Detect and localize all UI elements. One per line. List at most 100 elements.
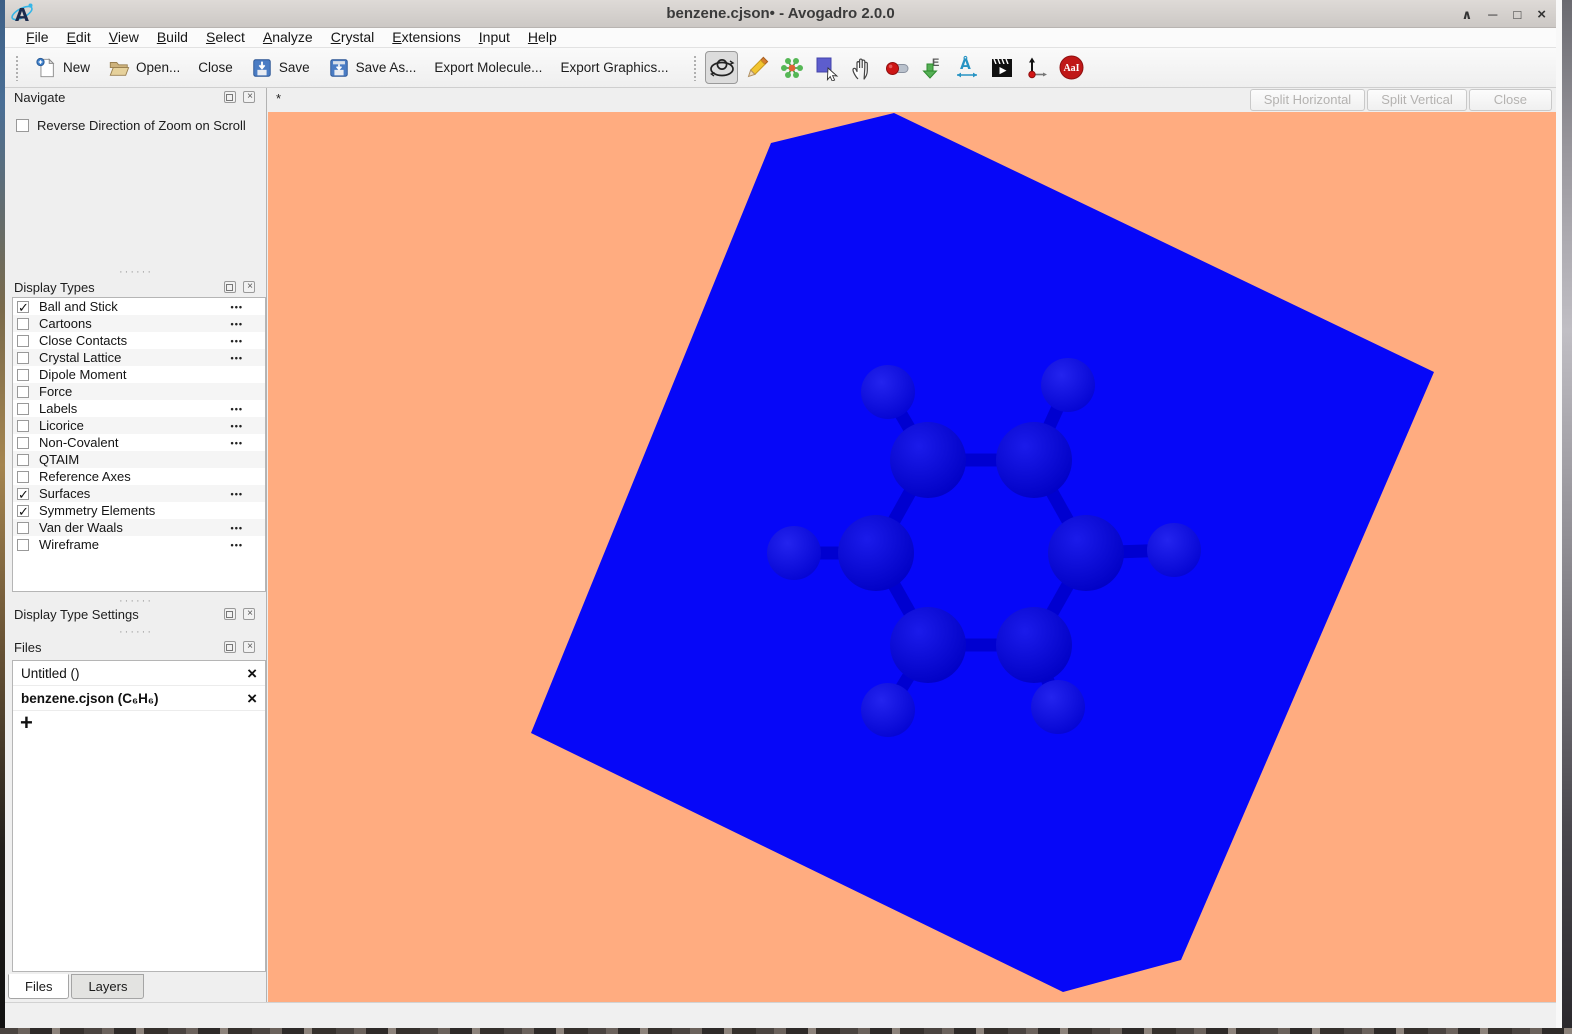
display-type-row[interactable]: ✓ Surfaces •••	[13, 485, 265, 502]
options-dots-button[interactable]: •••	[231, 438, 243, 448]
display-type-checkbox[interactable]	[17, 420, 29, 432]
new-button[interactable]: New	[26, 52, 99, 84]
close-panel-icon[interactable]	[243, 608, 255, 620]
align-tool-button[interactable]	[1020, 51, 1053, 84]
display-type-row[interactable]: Reference Axes	[13, 468, 265, 485]
display-type-checkbox[interactable]	[17, 454, 29, 466]
maximize-window-icon[interactable]: □	[1513, 8, 1521, 21]
display-type-checkbox[interactable]	[17, 369, 29, 381]
tab-layers[interactable]: Layers	[71, 974, 144, 999]
options-dots-button[interactable]: •••	[231, 319, 243, 329]
titlebar[interactable]: A benzene.cjson• - Avogadro 2.0.0 ∧ ─ □ …	[5, 0, 1556, 28]
menu-edit[interactable]: Edit	[58, 28, 100, 48]
options-dots-button[interactable]: •••	[231, 489, 243, 499]
toolbar-grip-2[interactable]	[693, 55, 698, 81]
float-panel-icon[interactable]	[224, 281, 236, 293]
display-type-checkbox[interactable]	[17, 539, 29, 551]
selection-tool-button[interactable]	[810, 51, 843, 84]
display-type-row[interactable]: Labels •••	[13, 400, 265, 417]
menu-select[interactable]: Select	[197, 28, 254, 48]
close-panel-icon[interactable]	[243, 641, 255, 653]
reverse-zoom-checkbox[interactable]	[16, 119, 29, 132]
bond-centric-tool-button[interactable]	[880, 51, 913, 84]
display-type-checkbox[interactable]	[17, 386, 29, 398]
display-type-checkbox[interactable]	[17, 335, 29, 347]
export-graphics-label: Export Graphics...	[560, 60, 668, 75]
close-panel-icon[interactable]	[243, 281, 255, 293]
close-file-icon[interactable]: ×	[247, 665, 257, 682]
gl-viewport[interactable]	[268, 112, 1556, 1002]
display-type-checkbox[interactable]: ✓	[17, 301, 29, 313]
display-type-checkbox[interactable]	[17, 352, 29, 364]
save-as-button[interactable]: Save As...	[319, 52, 426, 84]
display-type-row[interactable]: Cartoons •••	[13, 315, 265, 332]
editor-tool-button[interactable]: E	[915, 51, 948, 84]
close-file-icon[interactable]: ×	[247, 690, 257, 707]
float-panel-icon[interactable]	[224, 608, 236, 620]
split-vertical-button[interactable]: Split Vertical	[1367, 89, 1467, 111]
display-type-row[interactable]: Crystal Lattice •••	[13, 349, 265, 366]
display-type-row[interactable]: Force	[13, 383, 265, 400]
menu-file[interactable]: File	[17, 28, 58, 48]
file-row-benzene[interactable]: benzene.cjson (C₆H₆) ×	[13, 686, 265, 711]
display-type-checkbox[interactable]	[17, 403, 29, 415]
display-type-checkbox[interactable]	[17, 522, 29, 534]
options-dots-button[interactable]: •••	[231, 302, 243, 312]
dock-splitter[interactable]: ······	[5, 629, 267, 637]
split-horizontal-button[interactable]: Split Horizontal	[1250, 89, 1365, 111]
float-panel-icon[interactable]	[224, 641, 236, 653]
display-type-checkbox[interactable]: ✓	[17, 488, 29, 500]
tab-files[interactable]: Files	[8, 974, 69, 999]
open-button[interactable]: Open...	[99, 52, 189, 84]
float-panel-icon[interactable]	[224, 91, 236, 103]
file-row-untitled[interactable]: Untitled () ×	[13, 661, 265, 686]
label-tool-button[interactable]: AaI	[1055, 51, 1088, 84]
manipulate-tool-button[interactable]	[845, 51, 878, 84]
export-molecule-label: Export Molecule...	[434, 60, 542, 75]
close-file-button[interactable]: Close	[189, 52, 242, 84]
menu-input[interactable]: Input	[470, 28, 519, 48]
menu-help[interactable]: Help	[519, 28, 566, 48]
display-type-checkbox[interactable]	[17, 437, 29, 449]
display-type-label: Van der Waals	[39, 520, 231, 535]
add-file-button[interactable]: +	[20, 713, 33, 733]
display-type-row[interactable]: Wireframe •••	[13, 536, 265, 553]
display-type-checkbox[interactable]: ✓	[17, 505, 29, 517]
animation-tool-button[interactable]	[985, 51, 1018, 84]
menu-crystal[interactable]: Crystal	[322, 28, 384, 48]
menu-extensions[interactable]: Extensions	[383, 28, 470, 48]
display-type-row[interactable]: Licorice •••	[13, 417, 265, 434]
display-type-row[interactable]: Close Contacts •••	[13, 332, 265, 349]
dock-splitter[interactable]: ······	[5, 269, 267, 277]
options-dots-button[interactable]: •••	[231, 404, 243, 414]
template-tool-button[interactable]	[775, 51, 808, 84]
shade-window-icon[interactable]: ∧	[1462, 8, 1473, 21]
display-type-checkbox[interactable]	[17, 318, 29, 330]
export-molecule-button[interactable]: Export Molecule...	[425, 52, 551, 84]
options-dots-button[interactable]: •••	[231, 540, 243, 550]
measure-tool-button[interactable]: Å	[950, 51, 983, 84]
save-button[interactable]: Save	[242, 52, 319, 84]
export-graphics-button[interactable]: Export Graphics...	[551, 52, 677, 84]
close-view-button[interactable]: Close	[1469, 89, 1552, 111]
display-type-row[interactable]: QTAIM	[13, 451, 265, 468]
menu-build[interactable]: Build	[148, 28, 197, 48]
options-dots-button[interactable]: •••	[231, 353, 243, 363]
options-dots-button[interactable]: •••	[231, 523, 243, 533]
toolbar-grip[interactable]	[15, 55, 20, 81]
display-type-checkbox[interactable]	[17, 471, 29, 483]
options-dots-button[interactable]: •••	[231, 336, 243, 346]
display-type-row[interactable]: ✓ Symmetry Elements	[13, 502, 265, 519]
menu-analyze[interactable]: Analyze	[254, 28, 322, 48]
options-dots-button[interactable]: •••	[231, 421, 243, 431]
close-window-icon[interactable]: ×	[1537, 7, 1546, 22]
close-panel-icon[interactable]	[243, 91, 255, 103]
menu-view[interactable]: View	[100, 28, 148, 48]
navigate-tool-button[interactable]	[705, 51, 738, 84]
display-type-row[interactable]: Dipole Moment	[13, 366, 265, 383]
display-type-row[interactable]: ✓ Ball and Stick •••	[13, 298, 265, 315]
display-type-row[interactable]: Van der Waals •••	[13, 519, 265, 536]
minimize-window-icon[interactable]: ─	[1488, 8, 1497, 21]
draw-tool-button[interactable]	[740, 51, 773, 84]
display-type-row[interactable]: Non-Covalent •••	[13, 434, 265, 451]
